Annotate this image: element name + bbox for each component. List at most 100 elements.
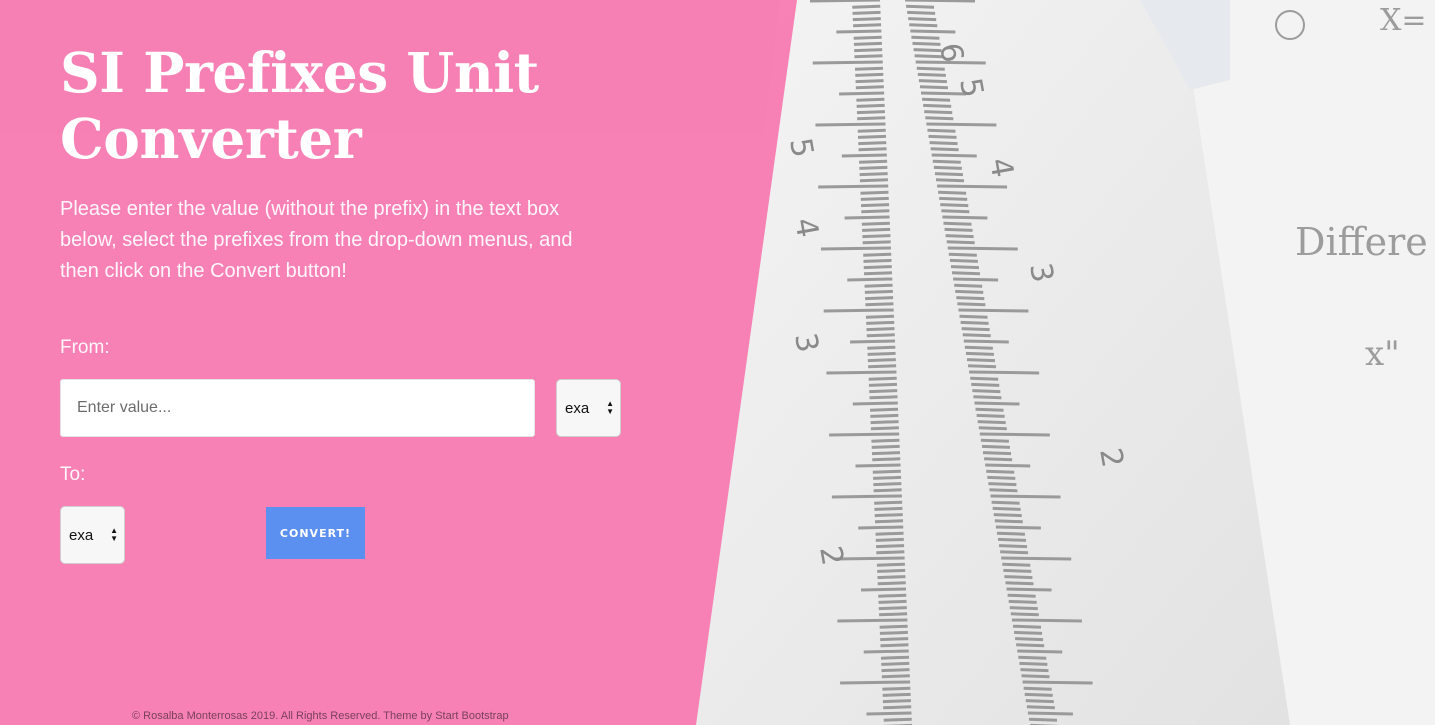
ruler-tick [882, 692, 911, 697]
ruler-tick [966, 358, 996, 363]
to-label: To: [60, 464, 86, 485]
ruler-tick [968, 364, 997, 369]
svg-text:X=: X= [1380, 3, 1427, 38]
ruler-tick [949, 258, 978, 263]
ruler-tick [955, 289, 984, 294]
ruler-tick [857, 116, 886, 121]
ruler-tick [979, 432, 1050, 437]
ruler-tick [924, 110, 953, 115]
convert-button[interactable]: CONVERT! [266, 507, 365, 559]
ruler-tick [942, 215, 988, 220]
ruler-tick [820, 246, 891, 251]
ruler-tick [961, 327, 990, 332]
ruler-tick [1021, 674, 1050, 679]
ruler-tick [876, 550, 905, 555]
from-prefix-select[interactable]: exa ▲ ▼ [556, 379, 621, 437]
ruler-tick [929, 141, 958, 146]
ruler-tick [985, 463, 1031, 468]
ruler-tick [1023, 686, 1052, 691]
ruler-tick [855, 463, 901, 468]
ruler-tick [971, 382, 1000, 387]
ruler-tick [1010, 612, 1039, 617]
ruler-tick [862, 240, 891, 245]
ruler-tick [868, 364, 897, 369]
to-prefix-select[interactable]: exa ▲ ▼ [60, 506, 125, 564]
ruler-tick [868, 376, 897, 381]
ruler-tick [852, 401, 898, 406]
ruler-tick [962, 333, 991, 338]
ruler-tick [908, 17, 937, 22]
ruler-tick [863, 258, 892, 263]
ruler-tick [864, 289, 893, 294]
ruler-tick [956, 296, 985, 301]
ruler-tick [883, 705, 912, 710]
ruler-tick [946, 240, 975, 245]
ruler-tick [831, 494, 902, 499]
ruler-tick [859, 172, 888, 177]
ruler-tick [917, 72, 946, 77]
ruler-tick [863, 265, 892, 270]
ruler-tick [938, 190, 967, 195]
to-prefix-value: exa [69, 526, 94, 544]
select-arrows-icon: ▲ ▼ [606, 399, 614, 416]
ruler-tick [840, 680, 911, 685]
ruler-tick [861, 209, 890, 214]
ruler-tick [981, 444, 1011, 449]
ruler-tick [809, 0, 881, 3]
ruler-tick [1002, 562, 1031, 567]
ruler-tick [1028, 717, 1058, 722]
svg-text:x": x" [1365, 334, 1400, 374]
ruler-tick [907, 10, 936, 15]
ruler-tick [879, 612, 908, 617]
ruler-tick [858, 141, 887, 146]
ruler-tick [860, 587, 907, 592]
ruler-tick [944, 227, 973, 232]
ruler-tick [976, 413, 1005, 418]
ruler-tick [926, 122, 997, 127]
ruler-tick [864, 283, 893, 288]
ruler-tick [965, 351, 994, 356]
ruler-tick [1013, 630, 1043, 635]
ruler-tick [870, 407, 899, 412]
ruler-tick [879, 624, 908, 629]
ruler-tick [880, 655, 910, 660]
from-label: From: [60, 337, 110, 358]
ruler-tick [986, 469, 1015, 474]
ruler-tick [818, 184, 889, 189]
ruler-tick [856, 97, 885, 102]
ruler-tick [1009, 606, 1038, 611]
ruler-tick [878, 593, 907, 598]
ruler-tick [857, 134, 887, 139]
ruler-tick [931, 153, 977, 158]
ruler-tick [836, 29, 882, 34]
ruler-tick [973, 395, 1002, 400]
ruler-tick [933, 165, 962, 170]
ruler-tick [881, 668, 910, 673]
ruler-tick [1008, 599, 1037, 604]
value-input[interactable] [60, 379, 535, 437]
ruler-tick [861, 221, 890, 226]
ruler-tick [984, 457, 1013, 462]
ruler-tick [837, 618, 908, 623]
ruler-tick [941, 209, 970, 214]
ruler-tick [1016, 643, 1045, 648]
ruler-tick [935, 178, 965, 183]
ruler-tick [1027, 711, 1073, 716]
ruler-tick [991, 500, 1020, 505]
ruler-tick [969, 370, 1040, 375]
ruler-tick [873, 488, 902, 493]
ruler-tick [1024, 692, 1053, 697]
ruler-tick [904, 0, 976, 3]
ruler-tick [909, 23, 938, 28]
ruler-tick [881, 674, 910, 679]
ruler-tick [870, 413, 899, 418]
ruler-tick [879, 630, 908, 635]
ruler-tick [866, 711, 912, 716]
ruler-tick [877, 581, 906, 586]
ruler-tick [875, 531, 904, 536]
ruler-tick [866, 333, 895, 338]
ruler-tick [856, 103, 885, 108]
ruler-tick [906, 4, 935, 9]
ruler-tick [934, 172, 963, 177]
ruler-tick [1022, 680, 1093, 685]
